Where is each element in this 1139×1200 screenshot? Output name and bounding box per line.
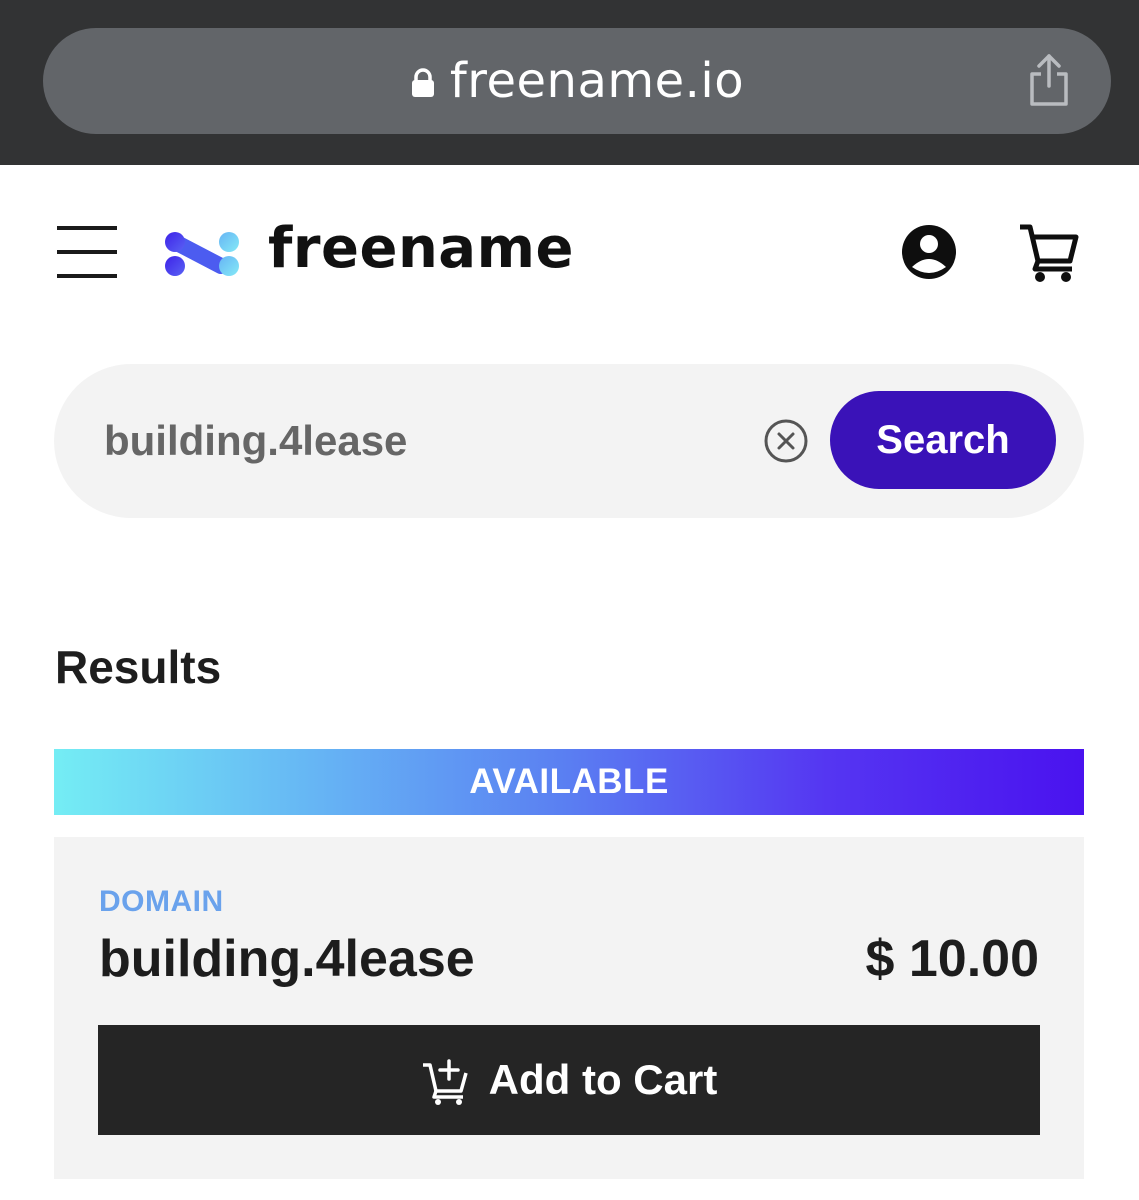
- hamburger-menu-icon[interactable]: [57, 224, 117, 280]
- results-heading: Results: [55, 641, 222, 693]
- address-bar[interactable]: freename.io: [43, 28, 1111, 134]
- logo-wordmark[interactable]: freename: [268, 216, 574, 281]
- domain-search-bar: Search: [54, 364, 1084, 518]
- add-cart-icon: [422, 1059, 468, 1105]
- freename-logo-icon[interactable]: [163, 230, 243, 278]
- site-header: freename: [0, 166, 1139, 346]
- share-icon[interactable]: [1027, 52, 1071, 108]
- domain-search-input[interactable]: [104, 406, 744, 476]
- domain-type-label: DOMAIN: [99, 885, 224, 918]
- shopping-cart-icon[interactable]: [1016, 221, 1080, 285]
- add-to-cart-button[interactable]: Add to Cart: [98, 1025, 1040, 1135]
- status-banner: AVAILABLE: [54, 749, 1084, 815]
- search-button[interactable]: Search: [830, 391, 1056, 489]
- domain-name: building.4lease: [99, 930, 475, 988]
- url-text: freename.io: [449, 53, 745, 109]
- clear-circle-icon[interactable]: [763, 418, 809, 464]
- domain-price: $ 10.00: [865, 930, 1040, 988]
- add-to-cart-label: Add to Cart: [488, 1056, 718, 1103]
- browser-toolbar: freename.io: [0, 0, 1139, 165]
- account-circle-icon[interactable]: [900, 223, 958, 281]
- domain-result-card: DOMAIN building.4lease $ 10.00 Add to Ca…: [54, 837, 1084, 1179]
- lock-icon: [411, 68, 434, 97]
